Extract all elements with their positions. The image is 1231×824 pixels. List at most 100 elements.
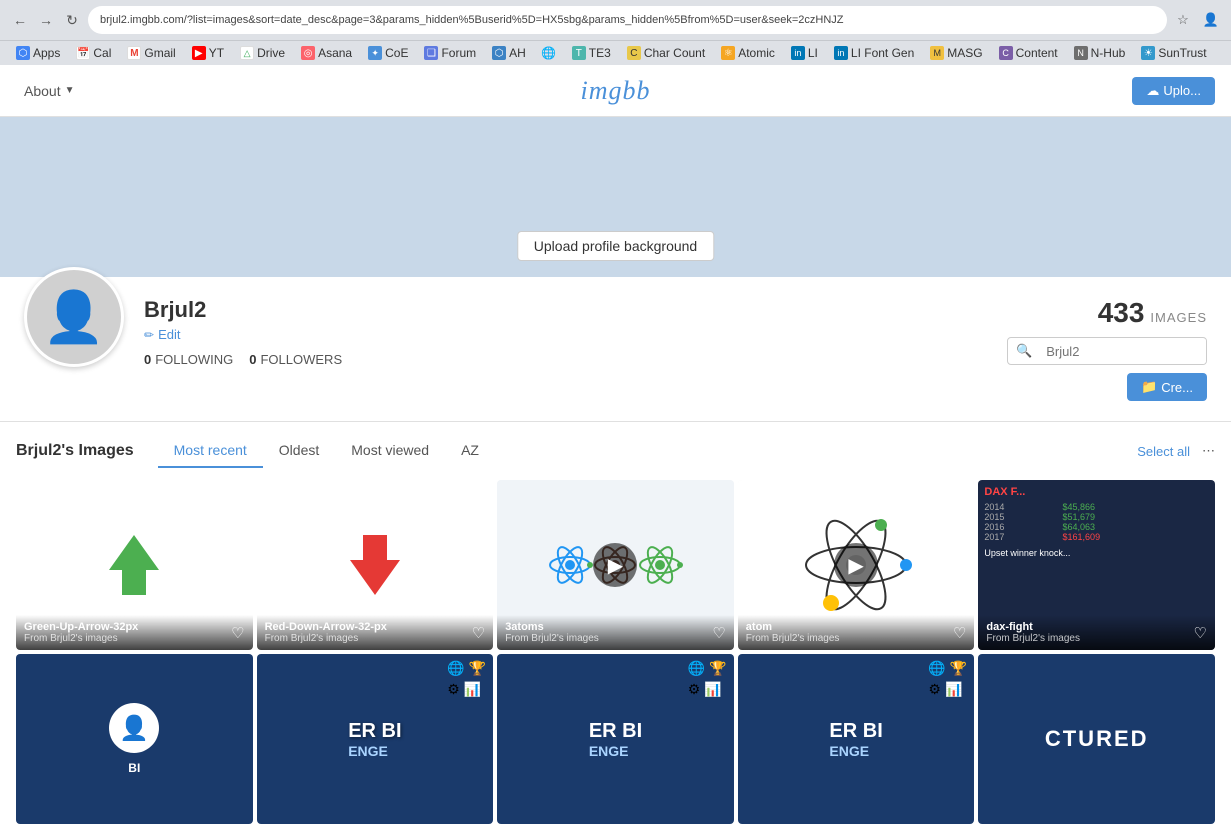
dax-header-text: DAX F... [984,486,1209,498]
image-card-er-bi1[interactable]: ER BI ENGE 🌐🏆 ⚙📊 [257,654,494,824]
address-bar[interactable]: brjul2.imgbb.com/?list=images&sort=date_… [88,6,1167,34]
upload-button-top[interactable]: ☁ Uplo... [1132,77,1215,105]
bookmark-atomic[interactable]: ⚛ Atomic [715,44,781,62]
card-title-red-arrow: Red-Down-Arrow-32-px [265,621,486,633]
er-bi3-icons: 🌐🏆 ⚙📊 [928,660,968,698]
bookmark-sun[interactable]: ☀ SunTrust [1135,44,1212,62]
card-title-3atoms: 3atoms [505,621,726,633]
profile-background: Upload profile background [0,117,1231,277]
top-nav: About ▼ imgbb ☁ Uplo... [0,65,1231,117]
bookmark-li[interactable]: in LI [785,44,824,62]
images-title: Brjul2's Images [16,442,134,460]
er-bi2-thumb: ER BI ENGE 🌐🏆 ⚙📊 [497,654,734,824]
card-title-green-arrow: Green-Up-Arrow-32px [24,621,245,633]
about-chevron-icon: ▼ [65,85,75,96]
select-all-button[interactable]: Select all [1137,444,1190,459]
forward-button[interactable]: → [36,10,56,30]
bookmark-atomic-label: Atomic [738,46,775,60]
dax-caption: Upset winner knock... [984,548,1209,558]
bookmark-gmail[interactable]: M Gmail [121,44,181,62]
image-card-red-arrow[interactable]: Red-Down-Arrow-32-px From Brjul2's image… [257,480,494,650]
bookmark-asana[interactable]: ◎ Asana [295,44,358,62]
bookmark-li-label: LI [808,46,818,60]
te3-icon: T [572,46,586,60]
heart-button-3atoms[interactable]: ♡ [712,624,725,642]
follow-stats: 0 FOLLOWING 0 FOLLOWERS [144,352,987,367]
yt-icon: ▶ [192,46,206,60]
bookmark-forum[interactable]: ❑ Forum [418,44,482,62]
about-menu[interactable]: About ▼ [16,79,83,103]
images-header: Brjul2's Images Most recent Oldest Most … [16,422,1215,480]
bookmark-forum-label: Forum [441,46,476,60]
address-text: brjul2.imgbb.com/?list=images&sort=date_… [100,14,844,26]
bookmark-apps[interactable]: ⬡ Apps [10,44,66,62]
card-title-dax: dax-fight [986,621,1207,633]
content-icon: C [999,46,1013,60]
profile-section: 👤 Brjul2 ✏ Edit 0 FOLLOWING 0 FOLLOWERS [0,277,1231,422]
back-button[interactable]: ← [10,10,30,30]
avatar-icon: 👤 [43,288,105,347]
bookmark-content[interactable]: C Content [993,44,1064,62]
image-card-ctured[interactable]: CTURED [978,654,1215,824]
gmail-icon: M [127,46,141,60]
search-icon: 🔍 [1008,338,1040,364]
image-card-er-bi3[interactable]: ER BI ENGE 🌐🏆 ⚙📊 [738,654,975,824]
tab-most-viewed[interactable]: Most viewed [335,434,445,468]
bookmark-drive[interactable]: △ Drive [234,44,291,62]
search-input[interactable] [1040,339,1207,364]
tab-az[interactable]: AZ [445,434,495,468]
refresh-button[interactable]: ↻ [62,10,82,30]
tab-oldest[interactable]: Oldest [263,434,335,468]
atomic-icon: ⚛ [721,46,735,60]
images-section: Brjul2's Images Most recent Oldest Most … [0,422,1231,824]
header-left: Brjul2's Images Most recent Oldest Most … [16,434,495,468]
image-card-green-arrow[interactable]: Green-Up-Arrow-32px From Brjul2's images… [16,480,253,650]
bookmark-yt-label: YT [209,46,224,60]
image-card-bi1[interactable]: 👤 BI [16,654,253,824]
play-button-atom[interactable]: ▶ [834,543,878,587]
bookmark-yt[interactable]: ▶ YT [186,44,230,62]
er-bi3-thumb: ER BI ENGE 🌐🏆 ⚙📊 [738,654,975,824]
card-info-red-arrow: Red-Down-Arrow-32-px From Brjul2's image… [257,615,494,650]
bookmark-charcount[interactable]: C Char Count [621,44,711,62]
forum-icon: ❑ [424,46,438,60]
search-box[interactable]: 🔍 [1007,337,1207,365]
upload-profile-bg-button[interactable]: Upload profile background [517,231,714,261]
apps-icon: ⬡ [16,46,30,60]
bookmark-gmail-label: Gmail [144,46,175,60]
bookmark-coe[interactable]: ✦ CoE [362,44,414,62]
bookmark-lifont[interactable]: in LI Font Gen [828,44,920,62]
star-icon[interactable]: ☆ [1173,10,1193,30]
card-sub-red-arrow: From Brjul2's images [265,633,486,644]
image-card-atom[interactable]: ▶ atom From Brjul2's images ♡ [738,480,975,650]
folder-icon: 📁 [1141,379,1157,395]
tab-most-recent[interactable]: Most recent [158,434,263,468]
profile-info: Brjul2 ✏ Edit 0 FOLLOWING 0 FOLLOWERS [144,297,987,367]
bookmark-nhub-label: N-Hub [1091,46,1126,60]
drive-icon: △ [240,46,254,60]
browser-icons: ☆ 👤 [1173,10,1221,30]
profile-right: 433 IMAGES 🔍 📁 Cre... [1007,297,1207,401]
more-icon[interactable]: ⋯ [1202,443,1215,459]
heart-button-red-arrow[interactable]: ♡ [472,624,485,642]
bookmark-ah[interactable]: ⬡ AH [486,44,532,62]
image-card-er-bi2[interactable]: ER BI ENGE 🌐🏆 ⚙📊 [497,654,734,824]
heart-button-green-arrow[interactable]: ♡ [231,624,244,642]
heart-button-atom[interactable]: ♡ [953,624,966,642]
bookmark-cal[interactable]: 📅 Cal [70,44,117,62]
bookmark-masg[interactable]: M MASG [924,44,988,62]
bi1-content: 👤 BI [109,703,159,775]
create-button[interactable]: 📁 Cre... [1127,373,1207,401]
browser-chrome: ← → ↻ brjul2.imgbb.com/?list=images&sort… [0,0,1231,65]
edit-button[interactable]: ✏ Edit [144,327,987,342]
followers-stat: 0 FOLLOWERS [249,352,342,367]
bookmark-globe[interactable]: 🌐 [536,44,562,62]
suntrust-icon: ☀ [1141,46,1155,60]
image-card-dax[interactable]: DAX F... 2014$45,866 2015$51,679 2016$64… [978,480,1215,650]
bookmark-nhub[interactable]: N N-Hub [1068,44,1132,62]
image-card-3atoms[interactable]: ▶ 3atoms From Brjul2's images ♡ [497,480,734,650]
profile-icon[interactable]: 👤 [1201,10,1221,30]
bookmark-te3[interactable]: T TE3 [566,44,617,62]
avatar: 👤 [24,267,124,367]
heart-button-dax[interactable]: ♡ [1194,624,1207,642]
